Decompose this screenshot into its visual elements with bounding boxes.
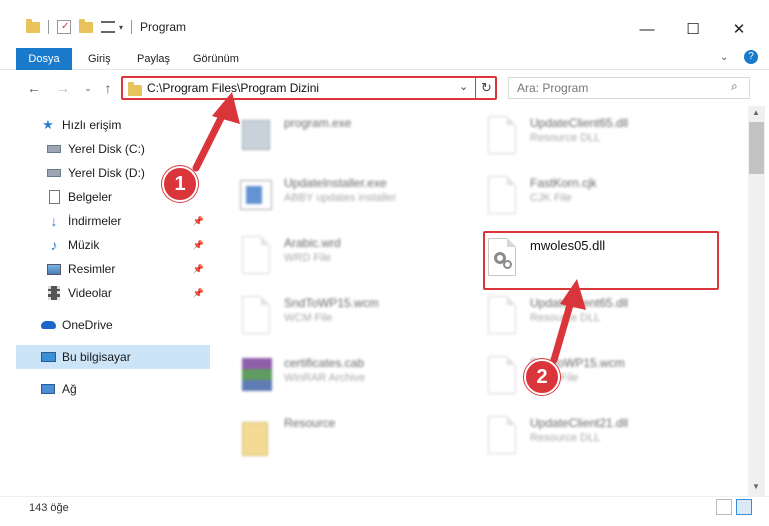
status-bar: 143 öğe: [0, 496, 769, 526]
large-icons-view-button[interactable]: [736, 499, 752, 515]
item-count: 143 öğe: [29, 502, 69, 514]
step-1-badge: 1: [162, 166, 198, 202]
arrow-step-2: [550, 279, 586, 364]
annotation-arrows: [192, 92, 586, 364]
arrow-step-1: [192, 92, 240, 172]
details-view-button[interactable]: [716, 499, 732, 515]
step-2-badge: 2: [524, 359, 560, 395]
